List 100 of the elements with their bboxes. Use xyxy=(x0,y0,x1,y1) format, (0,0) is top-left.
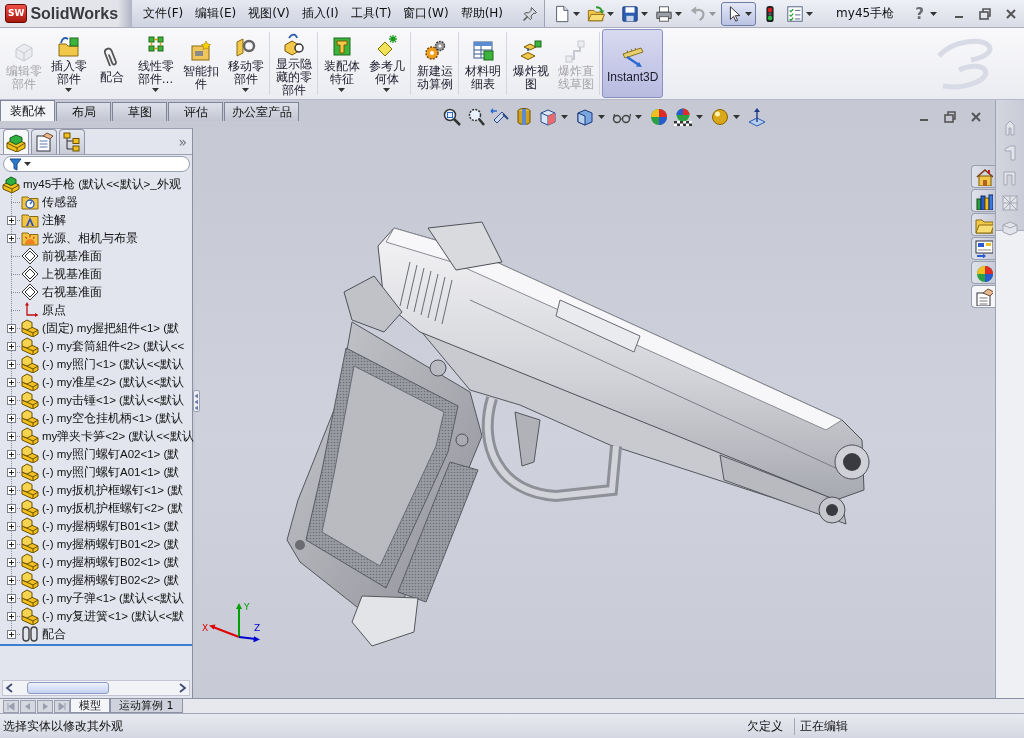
command-button[interactable]: Instant3D xyxy=(602,29,664,98)
expand-icon[interactable] xyxy=(7,215,16,225)
caret-icon[interactable] xyxy=(745,11,752,16)
restore-icon[interactable] xyxy=(978,6,992,21)
scrollbar-thumb[interactable] xyxy=(27,682,109,694)
cube-icon[interactable] xyxy=(538,107,558,127)
caret-icon[interactable] xyxy=(733,115,740,119)
expand-icon[interactable] xyxy=(7,521,16,531)
tree-item[interactable]: 上视基准面 xyxy=(42,266,102,282)
tree-item[interactable]: 光源、相机与布景 xyxy=(42,230,138,246)
caret-icon[interactable] xyxy=(152,88,159,92)
tree-item[interactable]: (-) my照门螺钉A02<1> (默 xyxy=(42,446,180,462)
expand-button[interactable]: » xyxy=(178,133,187,150)
horizontal-scrollbar[interactable] xyxy=(2,680,190,696)
collapse-handle[interactable] xyxy=(193,390,200,412)
bottom-tab[interactable]: 模型 xyxy=(70,699,110,713)
caret-icon[interactable] xyxy=(806,11,813,16)
tree-item[interactable]: (-) my照门螺钉A01<1> (默 xyxy=(42,464,180,480)
tree-item[interactable]: my弹夹卡笋<2> (默认<<默认 xyxy=(42,428,194,444)
command-button[interactable]: 爆炸视图 xyxy=(509,29,552,98)
checkered-ball-icon[interactable] xyxy=(673,107,693,127)
caret-icon[interactable] xyxy=(561,115,568,119)
command-button[interactable]: 参考几何体 xyxy=(365,29,408,98)
caret-icon[interactable] xyxy=(607,11,614,16)
command-button[interactable]: 新建运动算例 xyxy=(413,29,456,98)
expand-icon[interactable] xyxy=(7,485,16,495)
command-button[interactable]: 移动零部件 xyxy=(224,29,267,98)
menu-item[interactable]: 编辑(E) xyxy=(189,5,243,22)
task-pane-tab[interactable] xyxy=(971,189,995,212)
tree-item[interactable]: (-) my握柄螺钉B02<1> (默 xyxy=(42,554,180,570)
expand-icon[interactable] xyxy=(7,233,16,243)
caret-icon[interactable] xyxy=(598,115,605,119)
tree-item[interactable]: (-) my照门<1> (默认<<默认 xyxy=(42,356,185,372)
tree-item[interactable]: 前视基准面 xyxy=(42,248,102,264)
close-icon[interactable] xyxy=(969,110,983,124)
expand-icon[interactable] xyxy=(7,395,16,405)
tree-item[interactable]: 原点 xyxy=(42,302,66,318)
caret-icon[interactable] xyxy=(24,162,31,166)
command-button[interactable]: 配合 xyxy=(92,29,132,98)
tree-item[interactable]: (-) my扳机护框螺钉<2> (默 xyxy=(42,500,183,516)
caret-icon[interactable] xyxy=(635,115,642,119)
magnifier-dashed-icon[interactable] xyxy=(466,107,486,127)
task-pane-tab[interactable] xyxy=(971,285,995,308)
menu-item[interactable]: 窗口(W) xyxy=(397,5,455,22)
menu-item[interactable]: 帮助(H) xyxy=(454,5,510,22)
tree-item[interactable]: (-) my握柄螺钉B01<2> (默 xyxy=(42,536,180,552)
expand-icon[interactable] xyxy=(7,593,16,603)
close-icon[interactable] xyxy=(1004,6,1018,21)
expand-icon[interactable] xyxy=(7,629,16,639)
command-tab[interactable]: 办公室产品 xyxy=(224,102,299,121)
command-button[interactable]: 显示隐藏的零部件 xyxy=(272,29,315,98)
caret-icon[interactable] xyxy=(696,115,703,119)
caret-icon[interactable] xyxy=(65,88,72,92)
task-pane-tab[interactable] xyxy=(971,261,995,284)
command-button[interactable]: 插入零部件 xyxy=(47,29,90,98)
sphere-icon[interactable] xyxy=(710,107,730,127)
pushpin-icon[interactable] xyxy=(522,5,538,22)
command-tab[interactable]: 评估 xyxy=(168,102,223,121)
shaded-cube-icon[interactable] xyxy=(575,107,595,127)
expand-icon[interactable] xyxy=(7,467,16,477)
menu-item[interactable]: 插入(I) xyxy=(295,5,345,22)
filter-field[interactable] xyxy=(3,156,190,172)
expand-icon[interactable] xyxy=(7,431,16,441)
task-pane-tab[interactable] xyxy=(971,237,995,260)
toolbar-button[interactable] xyxy=(721,1,756,26)
expand-icon[interactable] xyxy=(7,359,16,369)
expand-icon[interactable] xyxy=(7,449,16,459)
expand-icon[interactable] xyxy=(7,557,16,567)
tree-item[interactable]: (-) my握柄螺钉B02<2> (默 xyxy=(42,572,180,588)
expand-icon[interactable] xyxy=(7,341,16,351)
expand-icon[interactable] xyxy=(7,611,16,621)
task-pane-tab[interactable] xyxy=(971,165,995,188)
tree-item[interactable]: (固定) my握把組件<1> (默 xyxy=(42,320,180,336)
expand-icon[interactable] xyxy=(7,323,16,333)
caret-icon[interactable] xyxy=(242,88,249,92)
tree-item[interactable]: my45手枪 (默认<<默认>_外观 xyxy=(23,176,181,192)
command-button[interactable]: 线性零部件… xyxy=(134,29,177,98)
menu-item[interactable]: 文件(F) xyxy=(137,5,190,22)
expand-icon[interactable] xyxy=(7,377,16,387)
panel-tab[interactable] xyxy=(31,129,57,154)
panel-tab[interactable] xyxy=(59,129,85,154)
command-tab[interactable]: 装配体 xyxy=(0,100,55,121)
command-button[interactable]: 材料明细表 xyxy=(461,29,504,98)
tree-item[interactable]: 传感器 xyxy=(42,194,78,210)
help-button[interactable]: ? xyxy=(915,4,924,23)
bottom-tab[interactable]: 运动算例 1 xyxy=(110,699,183,713)
caret-icon[interactable] xyxy=(641,11,648,16)
color-ball-icon[interactable] xyxy=(649,107,669,127)
tree-item[interactable]: 右视基准面 xyxy=(42,284,102,300)
tree-item[interactable]: (-) my准星<2> (默认<<默认 xyxy=(42,374,185,390)
menu-item[interactable]: 视图(V) xyxy=(242,5,296,22)
tree-item[interactable]: 注解 xyxy=(42,212,66,228)
caret-icon[interactable] xyxy=(675,11,682,16)
caret-icon[interactable] xyxy=(930,11,937,16)
command-tab[interactable]: 布局 xyxy=(56,102,111,121)
tree-item[interactable]: (-) my套筒組件<2> (默认<< xyxy=(42,338,185,354)
menu-item[interactable]: 工具(T) xyxy=(344,5,398,22)
cut-cylinder-icon[interactable] xyxy=(514,107,534,127)
tree-item[interactable]: (-) my扳机护框螺钉<1> (默 xyxy=(42,482,183,498)
tree-item[interactable]: 配合 xyxy=(42,626,66,642)
